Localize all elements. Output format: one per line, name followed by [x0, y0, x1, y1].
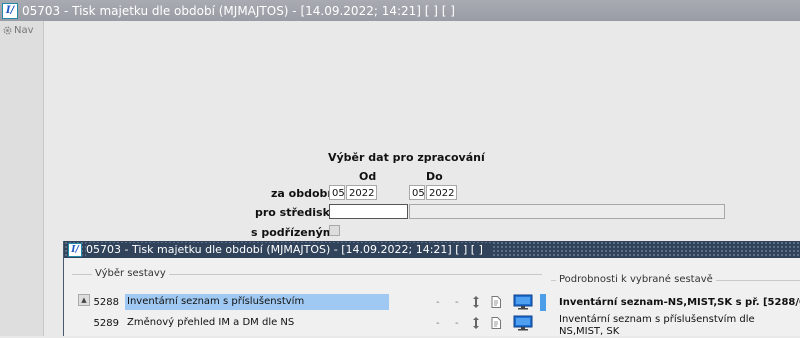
selection-indicator	[540, 294, 546, 311]
left-sidebar: Nav	[0, 21, 44, 336]
report-dialog: I/ 05703 - Tisk majetku dle období (MJMA…	[63, 241, 800, 337]
dialog-title: 05703 - Tisk majetku dle období (MJMAJTO…	[86, 243, 491, 256]
app-logo-icon: I/	[2, 2, 18, 19]
report-row-5288[interactable]: 5288 Inventární seznam s příslušenstvím	[91, 294, 389, 310]
document-icon[interactable]	[491, 296, 501, 308]
details-group-label: Podrobnosti k vybrané sestavě	[556, 274, 716, 285]
monitor-icon[interactable]	[513, 294, 533, 310]
from-year-field[interactable]: 2022	[346, 185, 377, 200]
column-to-label: Do	[426, 170, 443, 183]
report-dash: -	[436, 318, 440, 329]
window-title: 05703 - Tisk majetku dle období (MJMAJTO…	[22, 3, 455, 18]
document-icon[interactable]	[491, 317, 501, 329]
period-label: za období	[271, 187, 332, 200]
center-name-field	[409, 204, 725, 219]
report-name: Inventární seznam s příslušenstvím	[125, 294, 389, 310]
nav-label: Nav	[14, 25, 34, 36]
report-row-5289[interactable]: 5289 Změnový přehled IM a DM dle NS	[91, 315, 389, 331]
subordinate-label: s podřízenými	[251, 226, 338, 239]
sort-icon[interactable]	[472, 317, 480, 329]
to-month-field[interactable]: 05	[409, 185, 425, 200]
gear-icon	[3, 26, 12, 35]
detail-title: Inventární seznam-NS,MIST,SK s př. [5288…	[559, 297, 800, 308]
from-month-field[interactable]: 05	[329, 185, 345, 200]
column-from-label: Od	[359, 170, 377, 183]
window-titlebar: I/ 05703 - Tisk majetku dle období (MJMA…	[0, 0, 800, 21]
nav-button[interactable]: Nav	[3, 25, 43, 36]
report-code: 5288	[93, 296, 119, 308]
center-code-input[interactable]	[329, 204, 408, 219]
report-dash: -	[455, 318, 459, 329]
subordinate-checkbox[interactable]	[329, 225, 340, 236]
monitor-icon[interactable]	[513, 315, 533, 331]
report-name: Změnový přehled IM a DM dle NS	[127, 317, 295, 328]
reports-group-label: Výběr sestavy	[92, 268, 169, 279]
detail-description: Inventární seznam s příslušenstvím dle N…	[559, 314, 755, 337]
sort-icon[interactable]	[472, 296, 480, 308]
dialog-titlebar: I/ 05703 - Tisk majetku dle období (MJMA…	[64, 241, 800, 258]
report-dash: -	[455, 297, 459, 308]
scroll-up-button[interactable]: ▲	[78, 294, 90, 306]
report-code: 5289	[93, 317, 119, 329]
dialog-logo-icon: I/	[68, 242, 82, 257]
center-label: pro středisko	[255, 206, 338, 219]
form-heading: Výběr dat pro zpracování	[328, 151, 485, 164]
to-year-field[interactable]: 2022	[426, 185, 457, 200]
report-dash: -	[436, 297, 440, 308]
